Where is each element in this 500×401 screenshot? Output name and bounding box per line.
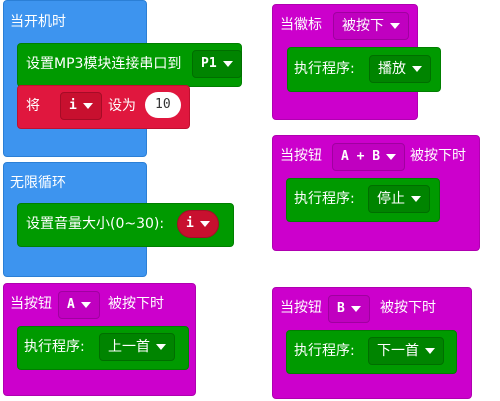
chevron-down-icon [350, 305, 361, 312]
chevron-down-icon [386, 153, 397, 160]
pressed-label: 被按下时 [410, 148, 466, 164]
port-dropdown[interactable]: P1 [192, 50, 242, 78]
variable-value: i [186, 216, 194, 231]
chevron-down-icon [156, 344, 166, 350]
chevron-down-icon [222, 60, 233, 67]
chevron-down-icon [82, 102, 93, 109]
chevron-down-icon [80, 301, 91, 308]
button-value: B [337, 301, 345, 316]
value-input[interactable]: 10 [145, 92, 181, 118]
on-start-label: 当开机时 [10, 14, 66, 30]
chevron-down-icon [412, 66, 422, 72]
event-value: 被按下 [342, 18, 384, 34]
logo-label: 当徽标 [280, 17, 322, 33]
execute-label: 执行程序: [294, 191, 355, 207]
chevron-down-icon [411, 196, 421, 202]
action-value: 停止 [377, 191, 405, 207]
button-dropdown[interactable]: B [328, 295, 370, 323]
button-label: 当按钮 [10, 296, 52, 312]
chevron-down-icon [199, 220, 210, 227]
mp3-serial-label: 设置MP3模块连接串口到 [26, 56, 182, 72]
button-dropdown[interactable]: A + B [332, 143, 406, 171]
volume-variable-dropdown[interactable]: i [177, 210, 219, 238]
action-value: 播放 [378, 61, 406, 77]
button-dropdown[interactable]: A [58, 291, 100, 319]
action-dropdown[interactable]: 播放 [369, 55, 431, 83]
port-value: P1 [201, 56, 217, 71]
action-dropdown[interactable]: 停止 [368, 185, 430, 213]
forever-label: 无限循环 [10, 175, 66, 191]
pressed-label: 被按下时 [108, 296, 164, 312]
chevron-down-icon [425, 348, 435, 354]
action-value: 下一首 [377, 343, 419, 359]
set-volume-label: 设置音量大小(0~30): [26, 216, 165, 232]
action-value: 上一首 [108, 339, 150, 355]
button-value: A + B [341, 149, 381, 164]
execute-label: 执行程序: [24, 339, 85, 355]
chevron-down-icon [390, 23, 400, 29]
variable-value: i [69, 98, 77, 113]
action-dropdown[interactable]: 上一首 [99, 333, 175, 361]
to-label: 设为 [108, 98, 136, 114]
button-label: 当按钮 [280, 300, 322, 316]
button-label: 当按钮 [280, 148, 322, 164]
variable-dropdown[interactable]: i [60, 92, 102, 120]
button-value: A [67, 297, 75, 312]
logo-event-dropdown[interactable]: 被按下 [333, 12, 409, 40]
pressed-label: 被按下时 [380, 300, 436, 316]
execute-label: 执行程序: [294, 61, 355, 77]
set-label: 将 [26, 98, 40, 114]
action-dropdown[interactable]: 下一首 [368, 337, 444, 365]
execute-label: 执行程序: [294, 343, 355, 359]
